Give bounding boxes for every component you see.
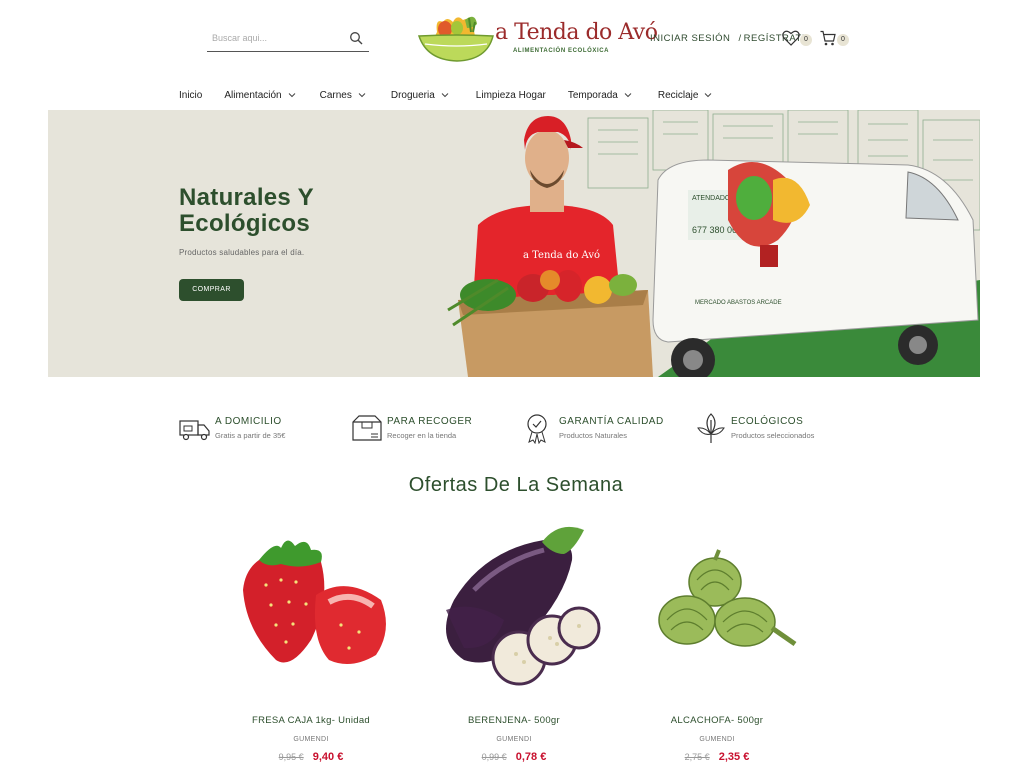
nav-item-reciclaje[interactable]: Reciclaje bbox=[658, 88, 713, 102]
nav-item-alimentacion[interactable]: Alimentación bbox=[224, 88, 295, 102]
nav-label: Alimentación bbox=[224, 89, 282, 101]
weekly-offers-title: Ofertas De La Semana bbox=[408, 474, 624, 496]
nav-item-inicio[interactable]: Inicio bbox=[179, 88, 202, 102]
heart-icon[interactable] bbox=[782, 30, 800, 46]
feature-quality: GARANTÍA CALIDAD Productos Naturales bbox=[523, 410, 673, 446]
logo-wordmark: a Tenda do Avó bbox=[495, 20, 658, 45]
chevron-down-icon bbox=[358, 93, 366, 98]
hero-illustration: ATENDADOAVO.COM 677 380 060 MERCADO ABAS… bbox=[447, 110, 980, 377]
nav-label: Temporada bbox=[567, 89, 618, 101]
feature-title: ECOLÓGICOS bbox=[731, 416, 804, 427]
nav-label: Reciclaje bbox=[657, 89, 699, 101]
feature-description: Productos Naturales bbox=[559, 431, 627, 440]
hero-title: Naturales Y Ecológicos bbox=[179, 185, 314, 237]
feature-description: Gratis a partir de 35€ bbox=[215, 431, 286, 440]
leaf-icon bbox=[697, 413, 725, 443]
pickup-box-icon bbox=[352, 415, 382, 441]
sale-price: 9,40 € bbox=[312, 751, 344, 763]
feature-pickup: PARA RECOGER Recoger en la tienda bbox=[351, 410, 491, 446]
product-brand: GUMENDI bbox=[496, 736, 532, 743]
product-name[interactable]: ALCACHOFA- 500gr bbox=[619, 715, 815, 726]
shop-now-button[interactable]: COMPRAR bbox=[179, 279, 244, 301]
feature-title: PARA RECOGER bbox=[387, 416, 473, 427]
strawberry-image[interactable] bbox=[221, 520, 401, 700]
old-price: 9,95 € bbox=[278, 752, 304, 762]
delivery-person: a Tenda do Avó bbox=[447, 116, 653, 377]
login-link[interactable]: INICIAR SESIÓN bbox=[650, 33, 730, 44]
cart-icon[interactable] bbox=[820, 30, 836, 46]
search-bar bbox=[207, 28, 369, 52]
account-separator: / bbox=[738, 33, 742, 44]
chevron-down-icon bbox=[705, 93, 712, 98]
chevron-down-icon bbox=[288, 93, 295, 98]
logo-tagline: ALIMENTACIÓN ECOLÓXICA bbox=[513, 48, 610, 54]
nav-label: Drogueria bbox=[390, 89, 435, 101]
hero-banner: Naturales Y Ecológicos Productos saludab… bbox=[48, 110, 980, 377]
quality-badge-icon bbox=[527, 414, 547, 444]
nav-label: Inicio bbox=[179, 89, 203, 101]
fruit-bowl-logo-icon bbox=[417, 16, 494, 62]
chevron-down-icon bbox=[441, 93, 449, 98]
shirt-logo-text: a Tenda do Avó bbox=[523, 250, 600, 261]
product-prices: 0,99 € 0,78 € bbox=[416, 751, 612, 763]
nav-item-carnes[interactable]: Carnes bbox=[320, 88, 366, 102]
hero-title-line-1: Naturales Y bbox=[179, 184, 314, 211]
feature-title: GARANTÍA CALIDAD bbox=[559, 416, 664, 427]
delivery-truck-icon bbox=[179, 420, 210, 441]
product-prices: 9,95 € 9,40 € bbox=[213, 751, 409, 763]
hero-title-line-2: Ecológicos bbox=[179, 210, 311, 237]
product-card[interactable]: ALCACHOFA- 500gr GUMENDI 2,75 € 2,35 € bbox=[619, 514, 815, 774]
feature-description: Productos seleccionados bbox=[731, 431, 815, 440]
main-nav: Inicio Alimentación Carnes Drogueria Lim… bbox=[179, 88, 712, 102]
nav-item-temporada[interactable]: Temporada bbox=[568, 88, 632, 102]
product-name[interactable]: BERENJENA- 500gr bbox=[416, 715, 612, 726]
product-prices: 2,75 € 2,35 € bbox=[619, 751, 815, 763]
nav-item-limpieza-hogar[interactable]: Limpieza Hogar bbox=[476, 88, 546, 102]
old-price: 0,99 € bbox=[481, 752, 507, 762]
chevron-down-icon bbox=[624, 93, 632, 98]
artichoke-image[interactable] bbox=[627, 520, 807, 700]
feature-description: Recoger en la tienda bbox=[387, 431, 457, 440]
sale-price: 2,35 € bbox=[718, 751, 750, 763]
eggplant-image[interactable] bbox=[424, 520, 604, 700]
van-market-text: MERCADO ABASTOS ARCADE bbox=[695, 300, 782, 306]
nav-label: Limpieza Hogar bbox=[475, 89, 546, 101]
product-card[interactable]: BERENJENA- 500gr GUMENDI 0,99 € 0,78 € bbox=[416, 514, 612, 774]
store-logo[interactable]: a Tenda do Avó ALIMENTACIÓN ECOLÓXICA bbox=[417, 14, 658, 64]
wishlist-count-badge: 0 bbox=[800, 34, 812, 46]
feature-title: A DOMICILIO bbox=[215, 416, 282, 427]
feature-ecological: ECOLÓGICOS Productos seleccionados bbox=[695, 410, 845, 446]
product-name[interactable]: FRESA CAJA 1kg- Unidad bbox=[213, 715, 409, 726]
old-price: 2,75 € bbox=[684, 752, 710, 762]
product-brand: GUMENDI bbox=[293, 736, 329, 743]
sale-price: 0,78 € bbox=[515, 751, 547, 763]
product-brand: GUMENDI bbox=[699, 736, 735, 743]
nav-item-drogueria[interactable]: Drogueria bbox=[391, 88, 449, 102]
product-card[interactable]: FRESA CAJA 1kg- Unidad GUMENDI 9,95 € 9,… bbox=[213, 514, 409, 774]
search-input[interactable] bbox=[207, 28, 337, 48]
cart-count-badge: 0 bbox=[837, 34, 849, 46]
nav-label: Carnes bbox=[319, 89, 352, 101]
feature-delivery: A DOMICILIO Gratis a partir de 35€ bbox=[179, 410, 319, 446]
search-icon[interactable] bbox=[349, 31, 363, 45]
hero-subtitle: Productos saludables para el día. bbox=[179, 248, 305, 257]
